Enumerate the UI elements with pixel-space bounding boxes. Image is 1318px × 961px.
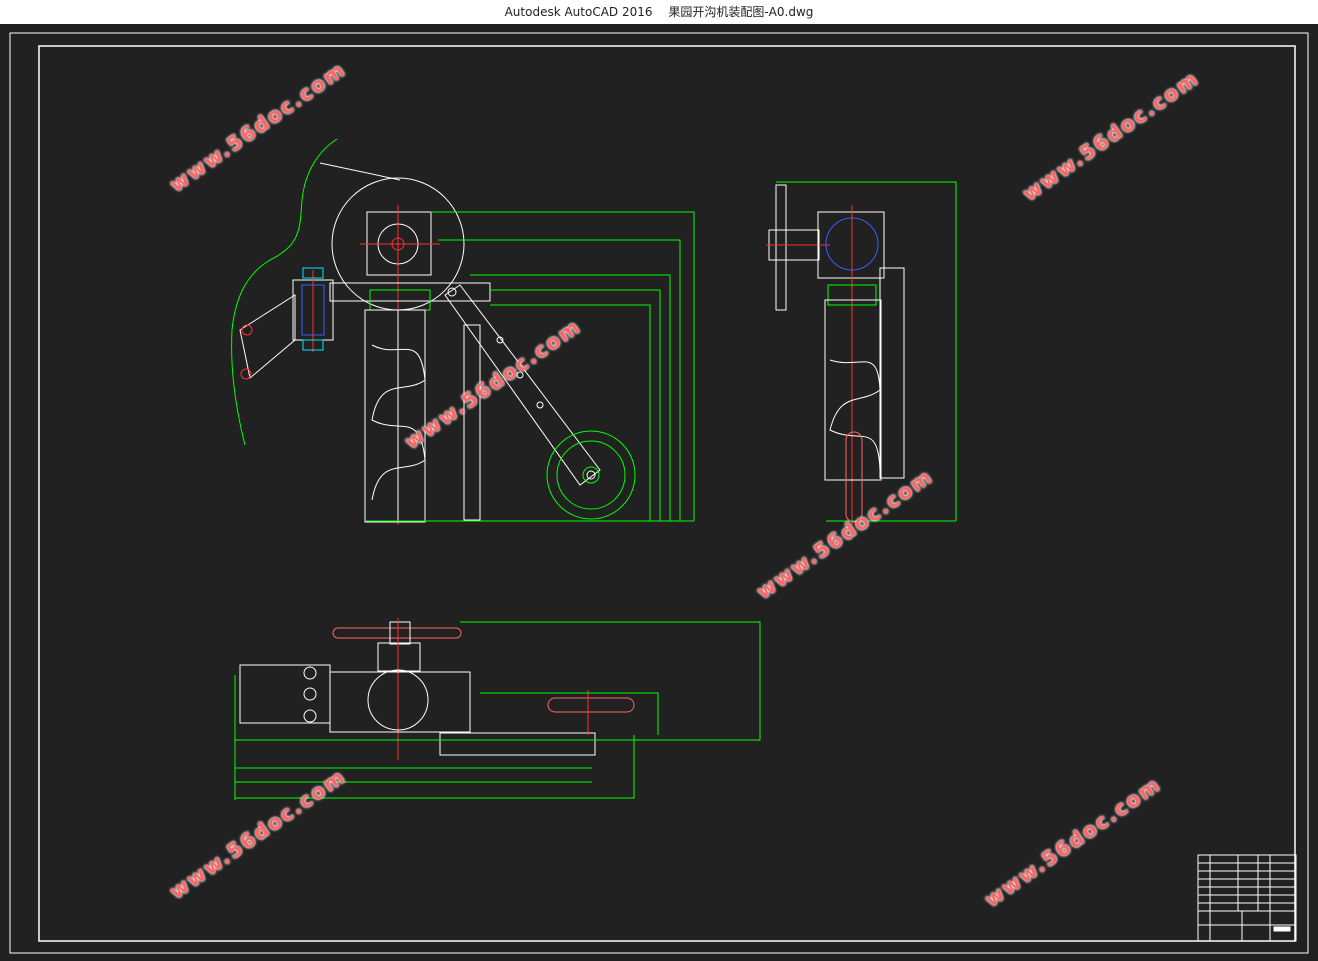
drawing-canvas[interactable]: www.56doc.com www.56doc.com www.56doc.co…: [0, 24, 1318, 961]
front-view: [231, 138, 695, 525]
top-view: [234, 618, 761, 800]
app-title: Autodesk AutoCAD 2016: [504, 5, 653, 19]
file-name: 果园开沟机装配图-A0.dwg: [668, 5, 814, 19]
title-block: [1197, 854, 1297, 942]
title-bar: Autodesk AutoCAD 2016 果园开沟机装配图-A0.dwg: [0, 0, 1318, 24]
